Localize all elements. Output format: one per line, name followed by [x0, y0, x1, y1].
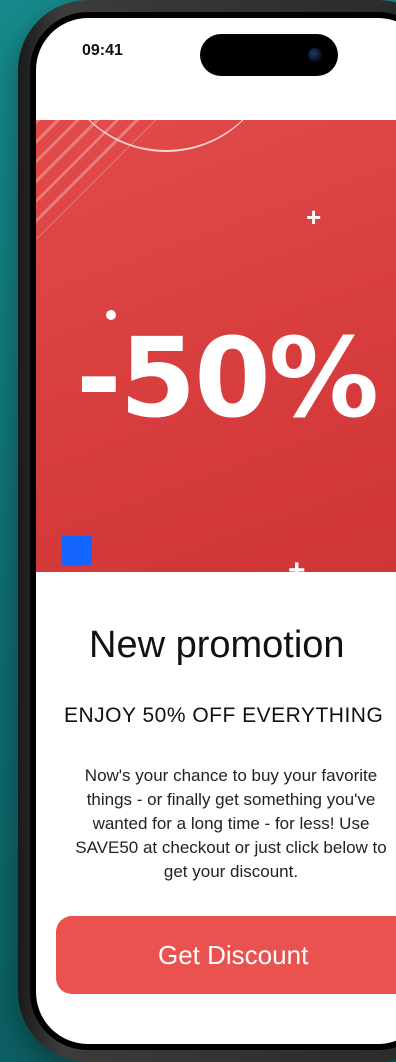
promo-title: New promotion	[89, 624, 345, 666]
phone-bezel: 09:41 + + -50% New promotion ENJOY 50% O…	[30, 12, 396, 1050]
get-discount-button[interactable]: Get Discount	[56, 916, 396, 994]
promo-banner: + + -50%	[36, 120, 396, 572]
discount-text: -50%	[76, 314, 379, 442]
phone-frame: 09:41 + + -50% New promotion ENJOY 50% O…	[18, 0, 396, 1062]
camera-icon	[308, 48, 322, 62]
get-discount-label: Get Discount	[158, 940, 309, 970]
square-icon	[62, 536, 92, 566]
background: 09:41 + + -50% New promotion ENJOY 50% O…	[0, 0, 396, 1062]
status-time: 09:41	[82, 42, 123, 59]
plus-icon: +	[288, 554, 306, 573]
plus-icon: +	[306, 202, 322, 232]
phone-screen: 09:41 + + -50% New promotion ENJOY 50% O…	[36, 18, 396, 1044]
dynamic-island	[200, 34, 338, 76]
promo-subtitle: ENJOY 50% OFF EVERYTHING	[64, 704, 384, 727]
promo-description: Now's your chance to buy your favorite t…	[75, 766, 387, 881]
